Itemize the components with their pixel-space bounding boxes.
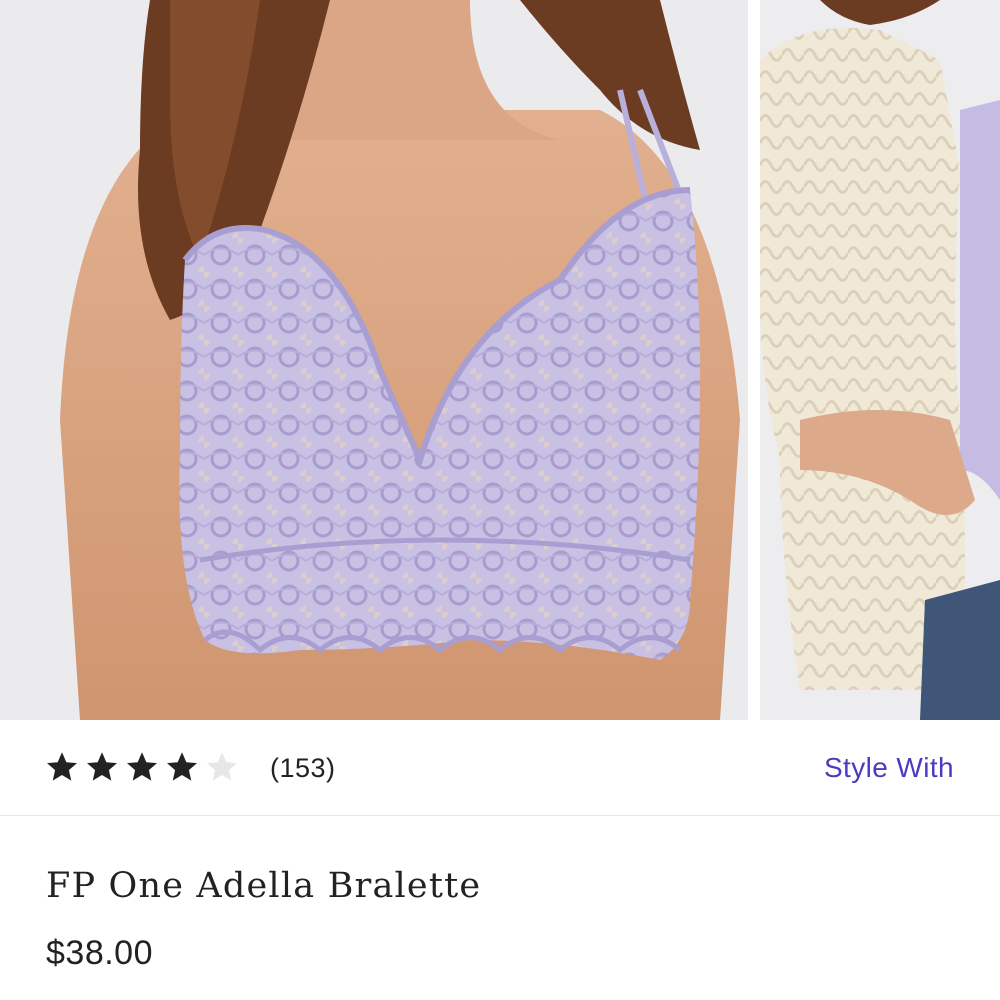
product-price: $38.00 — [46, 934, 153, 972]
star-filled-icon — [87, 752, 117, 781]
product-image-next[interactable] — [760, 0, 1000, 720]
review-count-link[interactable]: (153) — [270, 750, 336, 786]
product-photo-style-with-cardigan — [760, 0, 1000, 720]
product-photo-bralette — [0, 0, 748, 720]
product-image-carousel[interactable] — [0, 0, 1000, 720]
star-empty-icon — [207, 752, 237, 781]
star-rating[interactable] — [44, 749, 240, 785]
star-filled-icon — [167, 752, 197, 781]
star-filled-icon — [127, 752, 157, 781]
style-with-link[interactable]: Style With — [824, 750, 954, 786]
star-filled-icon — [47, 752, 77, 781]
product-detail-page: (153) Style With FP One Adella Bralette … — [0, 0, 1000, 1000]
rating-row: (153) Style With — [0, 720, 1000, 816]
product-title: FP One Adella Bralette — [46, 866, 482, 906]
product-image-main[interactable] — [0, 0, 748, 720]
